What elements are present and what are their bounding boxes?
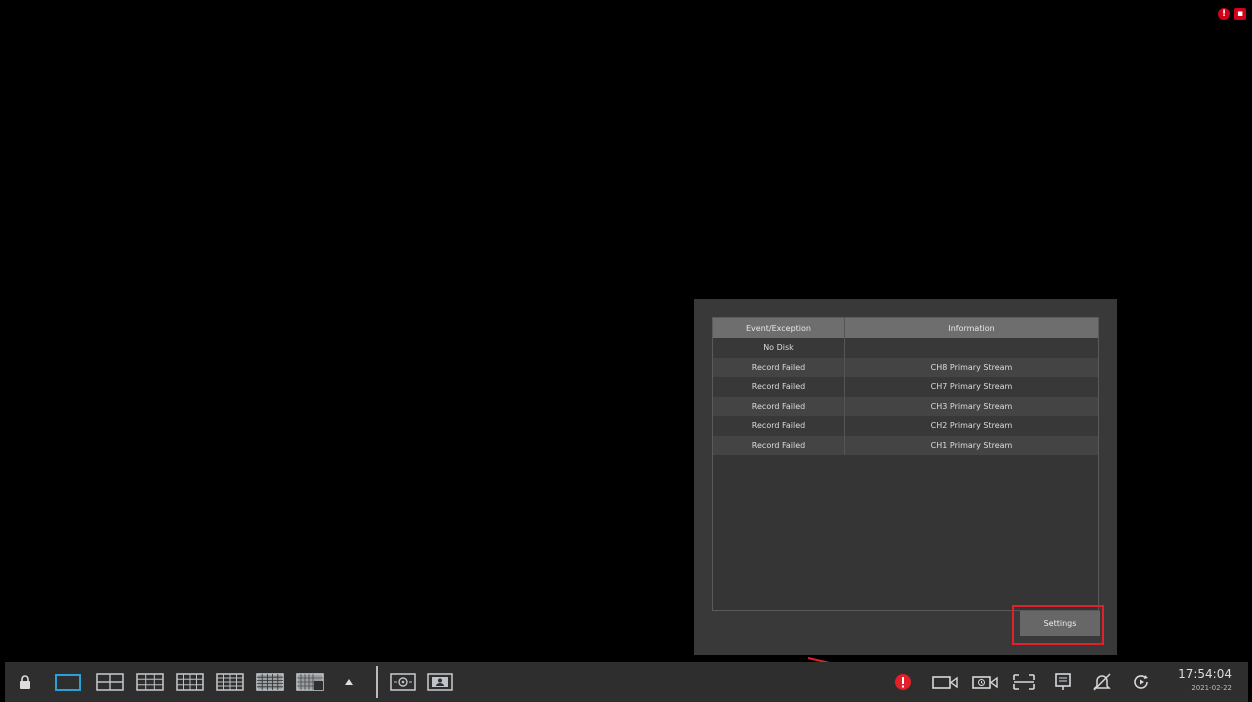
event-cell: Record Failed xyxy=(713,357,845,377)
layout-9-icon[interactable] xyxy=(136,671,164,693)
layout-25-icon[interactable] xyxy=(256,671,284,693)
layout-1-icon[interactable] xyxy=(55,671,81,693)
info-cell: CH3 Primary Stream xyxy=(930,401,1013,411)
event-cell: Record Failed xyxy=(713,435,845,455)
table-row[interactable]: No Disk xyxy=(713,338,1098,358)
clock: 17:54:04 2021-02-22 xyxy=(1178,667,1232,692)
table-row[interactable]: Record Failed CH7 Primary Stream xyxy=(713,377,1098,397)
status-indicators: ! ▪ xyxy=(1218,8,1246,20)
layout-16-icon[interactable] xyxy=(216,671,244,693)
clock-date: 2021-02-22 xyxy=(1191,684,1232,692)
sequence-icon[interactable] xyxy=(1132,671,1152,693)
header-event: Event/Exception xyxy=(713,318,845,338)
info-cell xyxy=(845,338,1098,358)
layout-32-icon[interactable] xyxy=(296,671,324,693)
lock-icon[interactable] xyxy=(17,671,33,693)
exception-alert-icon[interactable]: ! xyxy=(1218,8,1230,20)
table-row[interactable]: Record Failed CH1 Primary Stream xyxy=(713,435,1098,455)
table-row[interactable]: Record Failed CH2 Primary Stream xyxy=(713,416,1098,436)
caret-up-icon[interactable] xyxy=(342,671,356,693)
event-cell: Record Failed xyxy=(713,416,845,436)
table-row[interactable]: Record Failed CH3 Primary Stream xyxy=(713,396,1098,416)
toolbar-divider xyxy=(376,666,378,698)
settings-button[interactable]: Settings xyxy=(1020,611,1100,636)
info-cell: CH1 Primary Stream xyxy=(930,440,1013,450)
main-menu-icon[interactable] xyxy=(1053,671,1073,693)
layout-12-icon[interactable] xyxy=(176,671,204,693)
record-status-icon[interactable]: ▪ xyxy=(1234,8,1246,20)
playback-icon[interactable] xyxy=(971,671,999,693)
event-cell: No Disk xyxy=(713,338,845,358)
exception-table: Event/Exception Information No Disk Reco… xyxy=(712,317,1099,611)
bottom-toolbar: 17:54:04 2021-02-22 xyxy=(5,662,1248,702)
info-cell: CH7 Primary Stream xyxy=(930,382,1013,392)
mute-icon[interactable] xyxy=(1092,671,1112,693)
exception-popup: Event/Exception Information No Disk Reco… xyxy=(694,299,1117,655)
info-cell: CH2 Primary Stream xyxy=(930,421,1013,431)
event-cell: Record Failed xyxy=(713,396,845,416)
info-cell: CH8 Primary Stream xyxy=(930,362,1013,372)
record-icon[interactable] xyxy=(931,671,959,693)
event-cell: Record Failed xyxy=(713,377,845,397)
header-information: Information xyxy=(948,323,995,333)
table-row[interactable]: Record Failed CH8 Primary Stream xyxy=(713,357,1098,377)
clock-time: 17:54:04 xyxy=(1178,667,1232,681)
table-header: Event/Exception Information xyxy=(713,318,1098,338)
face-view-icon[interactable] xyxy=(427,671,453,693)
exception-alert-icon[interactable] xyxy=(893,671,913,693)
layout-4-icon[interactable] xyxy=(96,671,124,693)
fullscreen-icon[interactable] xyxy=(1011,671,1037,693)
ptz-icon[interactable] xyxy=(390,671,416,693)
